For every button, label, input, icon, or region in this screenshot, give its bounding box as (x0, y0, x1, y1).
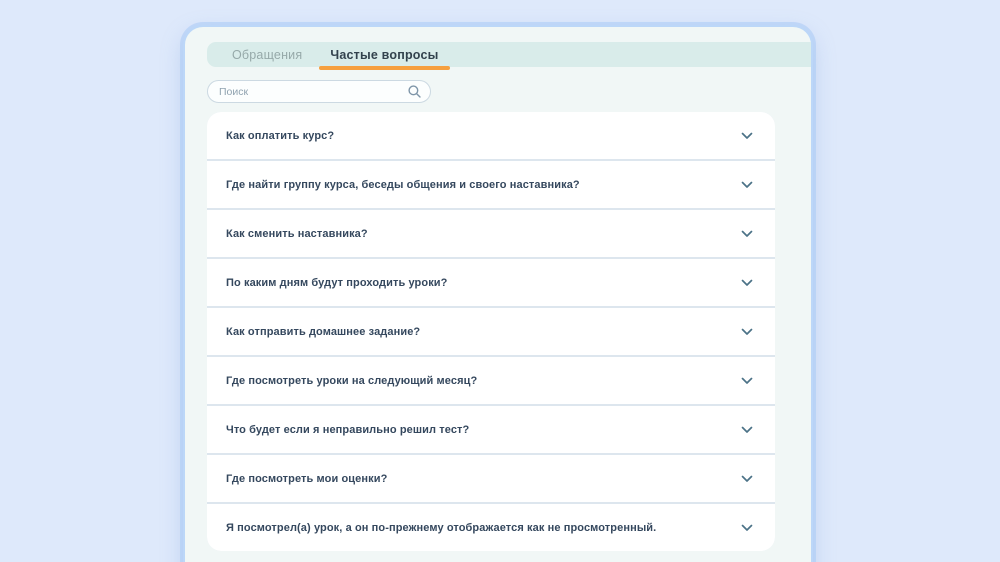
chevron-down-icon[interactable] (741, 230, 753, 238)
faq-item[interactable]: Как оплатить курс? (207, 112, 775, 159)
faq-list: Как оплатить курс? Где найти группу курс… (207, 112, 775, 551)
search-box[interactable] (207, 80, 431, 103)
faq-question: Что будет если я неправильно решил тест? (226, 424, 469, 436)
chevron-down-icon[interactable] (741, 279, 753, 287)
faq-panel: Обращения Частые вопросы Как оплатить ку… (183, 25, 813, 562)
tab-bar: Обращения Частые вопросы (207, 42, 811, 67)
chevron-down-icon[interactable] (741, 426, 753, 434)
faq-question: Где найти группу курса, беседы общения и… (226, 179, 580, 191)
faq-item[interactable]: Что будет если я неправильно решил тест? (207, 406, 775, 453)
faq-item[interactable]: Где посмотреть мои оценки? (207, 455, 775, 502)
chevron-down-icon[interactable] (741, 132, 753, 140)
faq-question: Как отправить домашнее задание? (226, 326, 420, 338)
chevron-down-icon[interactable] (741, 475, 753, 483)
chevron-down-icon[interactable] (741, 377, 753, 385)
search-icon[interactable] (408, 85, 421, 98)
faq-question: Я посмотрел(а) урок, а он по-прежнему от… (226, 522, 656, 534)
search-input[interactable] (219, 86, 408, 98)
faq-question: По каким дням будут проходить уроки? (226, 277, 447, 289)
tab-frequent-questions-label: Частые вопросы (330, 48, 438, 62)
faq-question: Как сменить наставника? (226, 228, 368, 240)
faq-question: Где посмотреть уроки на следующий месяц? (226, 375, 477, 387)
chevron-down-icon[interactable] (741, 524, 753, 532)
chevron-down-icon[interactable] (741, 328, 753, 336)
chevron-down-icon[interactable] (741, 181, 753, 189)
faq-question: Где посмотреть мои оценки? (226, 473, 387, 485)
faq-item[interactable]: Я посмотрел(а) урок, а он по-прежнему от… (207, 504, 775, 551)
faq-item[interactable]: Где найти группу курса, беседы общения и… (207, 161, 775, 208)
faq-item[interactable]: Где посмотреть уроки на следующий месяц? (207, 357, 775, 404)
tab-appeals-label: Обращения (232, 48, 302, 62)
faq-item[interactable]: Как отправить домашнее задание? (207, 308, 775, 355)
tab-frequent-questions[interactable]: Частые вопросы (319, 42, 449, 67)
faq-question: Как оплатить курс? (226, 130, 334, 142)
faq-item[interactable]: По каким дням будут проходить уроки? (207, 259, 775, 306)
faq-item[interactable]: Как сменить наставника? (207, 210, 775, 257)
tab-appeals[interactable]: Обращения (221, 42, 313, 67)
